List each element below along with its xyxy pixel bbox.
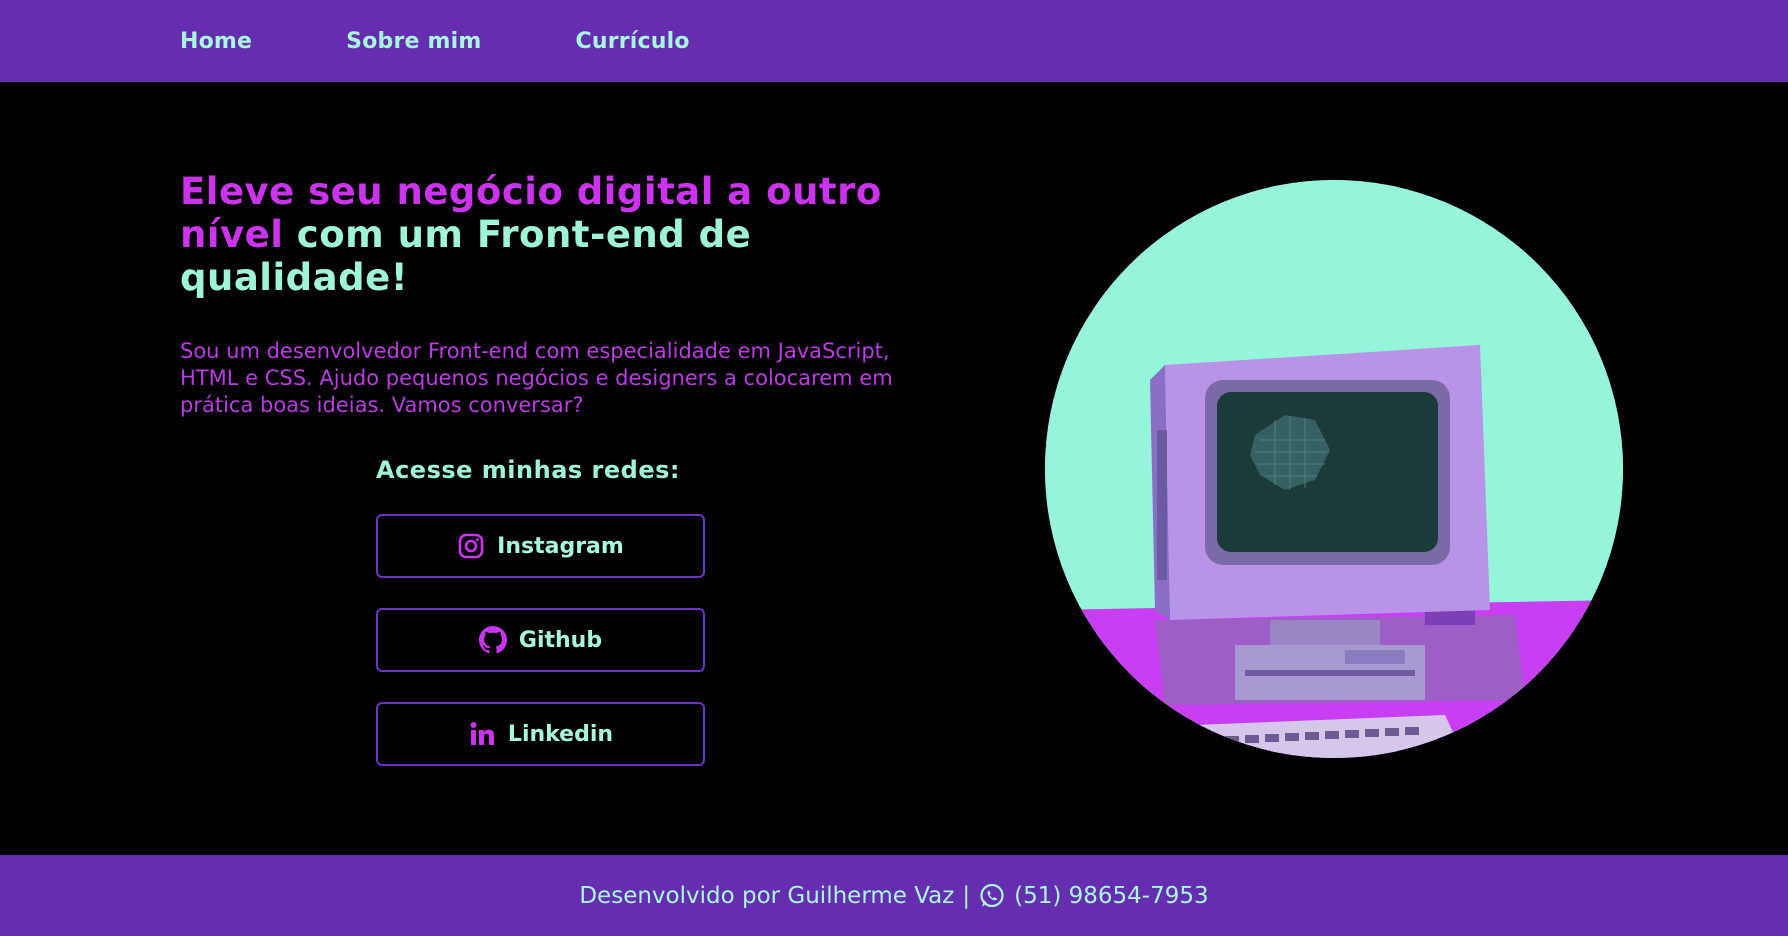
footer-separator: | xyxy=(962,882,971,909)
footer: Desenvolvido por Guilherme Vaz | (51) 98… xyxy=(0,855,1788,936)
footer-credit: Desenvolvido por Guilherme Vaz xyxy=(579,882,955,909)
github-label: Github xyxy=(518,627,603,653)
whatsapp-icon[interactable] xyxy=(978,882,1006,910)
github-button[interactable]: Github xyxy=(376,608,705,672)
instagram-icon xyxy=(457,532,485,560)
instagram-label: Instagram xyxy=(497,533,624,559)
nav-link-curriculo[interactable]: Currículo xyxy=(576,29,690,54)
hero-description: Sou um desenvolvedor Front-end com espec… xyxy=(180,339,893,417)
hero-title: Eleve seu negócio digital a outro nível … xyxy=(180,170,920,299)
linkedin-label: Linkedin xyxy=(507,721,614,747)
linkedin-button[interactable]: Linkedin xyxy=(376,702,705,766)
footer-phone[interactable]: (51) 98654-7953 xyxy=(1014,883,1209,909)
top-nav: Home Sobre mim Currículo xyxy=(0,0,1788,82)
nav-link-home[interactable]: Home xyxy=(180,29,252,54)
socials-heading: Acesse minhas redes: xyxy=(376,456,680,484)
retro-computer-illustration xyxy=(1045,180,1623,758)
nav-link-sobre-mim[interactable]: Sobre mim xyxy=(346,29,481,54)
instagram-button[interactable]: Instagram xyxy=(376,514,705,578)
linkedin-icon xyxy=(468,720,496,748)
github-icon xyxy=(478,626,507,654)
